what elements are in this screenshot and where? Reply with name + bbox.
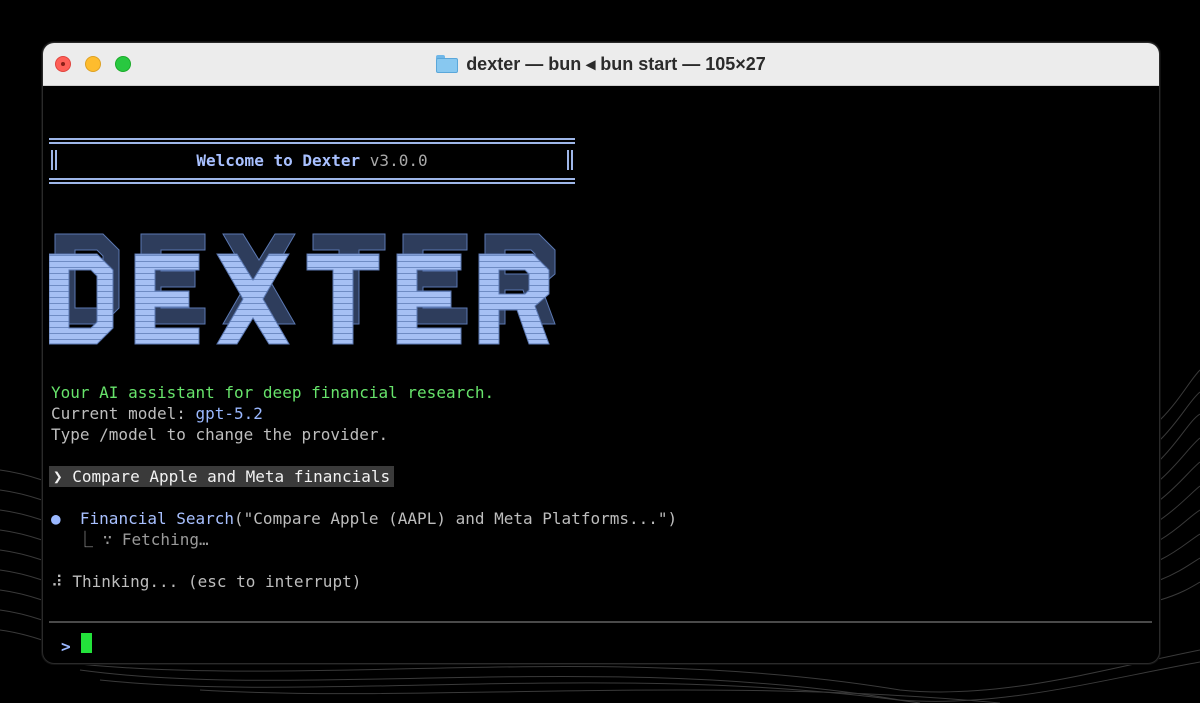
- welcome-line: Welcome to Dexter v3.0.0: [49, 150, 575, 171]
- tool-name: Financial Search: [79, 509, 235, 528]
- title-bar[interactable]: dexter — bun ◂ bun start — 105×27: [43, 43, 1159, 86]
- folder-icon: [436, 55, 459, 73]
- tool-bullet-icon: ●: [51, 509, 61, 528]
- input-bottom-divider: [49, 663, 1152, 664]
- dexter-ascii-logo: [49, 233, 556, 345]
- welcome-box: Welcome to Dexter v3.0.0: [49, 138, 575, 184]
- tool-args: ("Compare Apple (AAPL) and Meta Platform…: [234, 509, 678, 528]
- model-label: Current model:: [51, 404, 196, 423]
- input-prompt-symbol: >: [61, 637, 71, 656]
- user-prompt-message: ❯ Compare Apple and Meta financials: [49, 466, 395, 487]
- current-model-line: Current model: gpt-5.2: [51, 403, 263, 424]
- tool-call-line: ● Financial Search("Compare Apple (AAPL)…: [51, 508, 677, 529]
- tagline: Your AI assistant for deep financial res…: [51, 383, 495, 402]
- window-title-group: dexter — bun ◂ bun start — 105×27: [43, 43, 1159, 85]
- welcome-greeting: Welcome to Dexter: [196, 151, 361, 170]
- terminal-content[interactable]: Welcome to Dexter v3.0.0 Your AI assista…: [43, 86, 1159, 663]
- thinking-status: ⠼ Thinking... (esc to interrupt): [51, 572, 362, 591]
- version-label: v3.0.0: [369, 151, 428, 170]
- window-title: dexter — bun ◂ bun start — 105×27: [466, 53, 766, 74]
- terminal-window: dexter — bun ◂ bun start — 105×27 Welcom…: [42, 42, 1160, 664]
- model-value: gpt-5.2: [195, 404, 263, 423]
- model-hint: Type /model to change the provider.: [51, 425, 389, 444]
- input-cursor[interactable]: [81, 633, 92, 653]
- input-top-divider: [49, 621, 1152, 623]
- tool-status: ⎿ ∵ Fetching…: [77, 530, 209, 549]
